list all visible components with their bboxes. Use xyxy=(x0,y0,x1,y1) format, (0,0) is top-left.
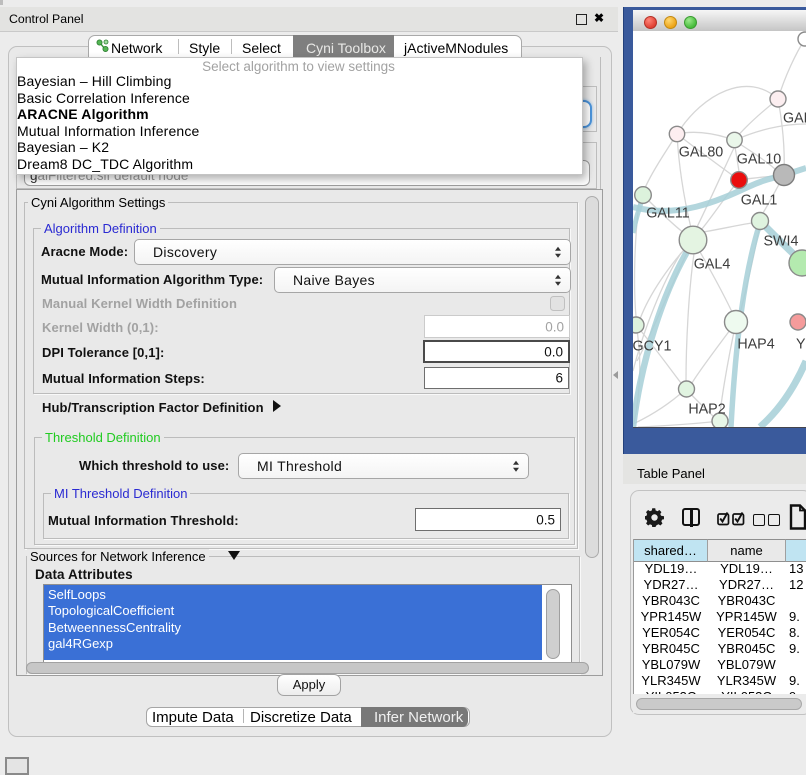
svg-text:GAL11: GAL11 xyxy=(646,206,689,222)
svg-text:GCY1: GCY1 xyxy=(633,339,672,355)
svg-text:GAL1: GAL1 xyxy=(741,193,778,209)
svg-text:HAP2: HAP2 xyxy=(688,402,725,418)
svg-text:GAL4: GAL4 xyxy=(694,257,731,273)
svg-text:Y: Y xyxy=(796,337,806,353)
svg-text:HAP4: HAP4 xyxy=(737,337,774,353)
svg-text:SWI4: SWI4 xyxy=(764,234,799,250)
svg-text:GAL80: GAL80 xyxy=(679,145,724,161)
svg-text:GAL: GAL xyxy=(783,111,806,127)
svg-text:GAL10: GAL10 xyxy=(737,152,782,168)
